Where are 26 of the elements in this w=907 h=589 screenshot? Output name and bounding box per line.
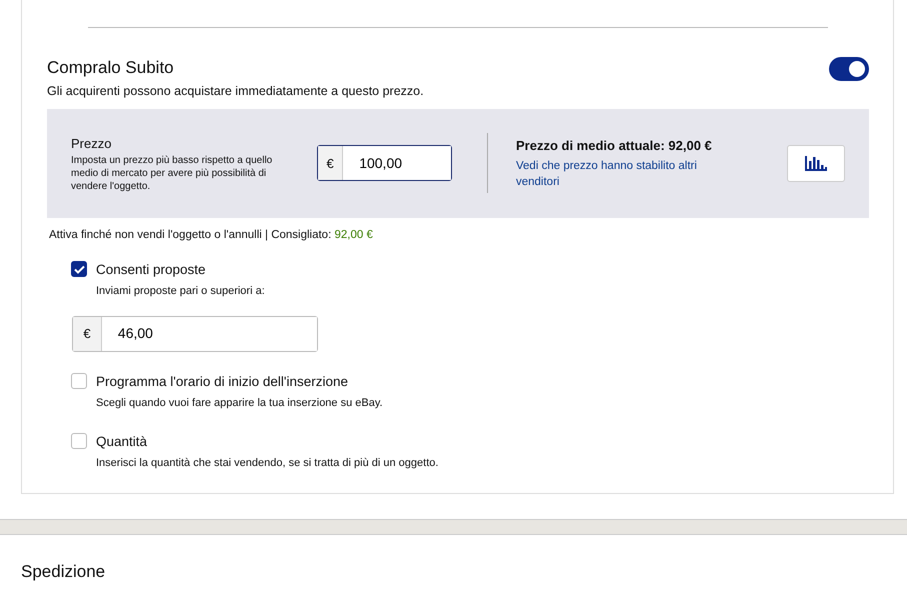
section-title: Compralo Subito — [47, 57, 174, 79]
option-label: Programma l'orario di inizio dell'inserzione — [96, 372, 350, 391]
section-description: Gli acquirenti possono acquistare immediatamente a questo prezzo. — [47, 83, 425, 100]
option-label: Consenti proposte — [96, 261, 207, 279]
option-hint: Inserisci la quantità che stai vendendo, se si tratta di più di un oggetto. — [96, 456, 438, 471]
check-icon — [74, 264, 84, 274]
option-hint: Inviami proposte pari o superiori a: — [96, 284, 266, 300]
checkbox[interactable] — [71, 372, 87, 389]
bar-chart-icon — [805, 155, 827, 172]
section-title: Spedizione — [21, 561, 106, 583]
field-hint: Imposta un prezzo più basso rispetto a quello medio di mercato per avere più possibilità di vendere l'oggetto. — [71, 154, 274, 192]
price-field[interactable]: € 100,00 — [317, 145, 452, 182]
currency-prefix: € — [318, 146, 344, 180]
checkbox[interactable] — [71, 432, 87, 448]
recommended-price: 92,00 € — [334, 228, 373, 241]
market-link[interactable]: Vedi che prezzo hanno stabilito altri venditori — [516, 159, 726, 191]
chart-button[interactable] — [787, 144, 845, 182]
option-label: Quantità — [96, 432, 148, 450]
duration-note: Attiva finché non vendi l'oggetto o l'annulli | Consigliato: — [49, 228, 332, 241]
option-hint: Scegli quando vuoi fare apparire la tua inserzione su eBay. — [96, 396, 383, 411]
field-label: Prezzo — [71, 135, 112, 153]
offer-field[interactable]: € 46,00 — [72, 316, 318, 352]
toggle-switch[interactable] — [829, 57, 869, 81]
checkbox[interactable] — [71, 261, 87, 277]
currency-prefix: € — [73, 316, 102, 351]
market-price-title: Prezzo di medio attuale: 92,00 € — [516, 136, 713, 155]
